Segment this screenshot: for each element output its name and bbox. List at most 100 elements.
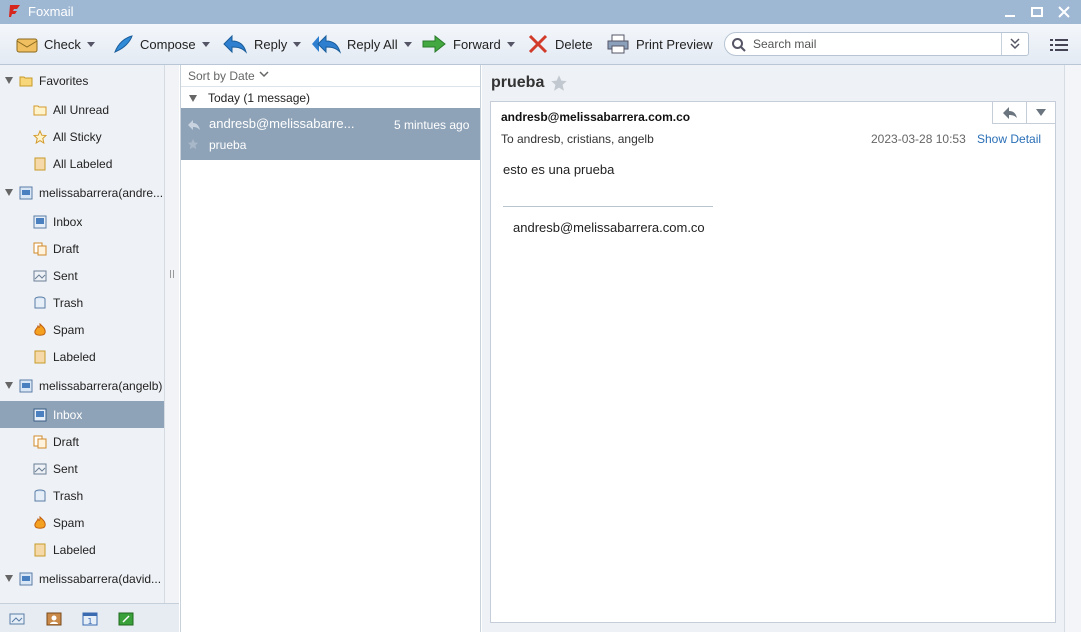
email-recipients: To andresb, cristians, angelb [501, 132, 654, 146]
sidebar-item-label: Inbox [53, 214, 83, 229]
trash-icon [34, 489, 46, 501]
folder-icon [19, 76, 33, 86]
favorites-label: Favorites [39, 73, 89, 88]
check-mail-icon [16, 38, 38, 53]
close-icon[interactable] [1056, 4, 1072, 20]
sidebar-item-all-unread[interactable]: All Unread [0, 96, 164, 123]
email-body: esto es una prueba [503, 162, 615, 177]
sidebar-item-all-labeled[interactable]: All Labeled [0, 150, 164, 177]
account-label: melissabarrera(david... [39, 571, 162, 586]
search-options-button[interactable] [1001, 33, 1028, 55]
search-input[interactable] [753, 36, 993, 52]
replied-icon [188, 120, 200, 130]
favorites-header[interactable]: Favorites [0, 67, 164, 94]
reply-icon[interactable] [1002, 106, 1018, 120]
sidebar-item-all-sticky[interactable]: All Sticky [0, 123, 164, 150]
title-bar: Foxmail [0, 0, 1081, 24]
compose-icon [114, 35, 133, 54]
reply-button[interactable]: Reply [222, 31, 302, 57]
foxmail-logo-icon [9, 5, 20, 17]
star-icon[interactable] [187, 138, 199, 150]
email-actions [992, 102, 1056, 124]
sidebar-item-draft[interactable]: Draft [0, 235, 164, 262]
label-icon [34, 350, 46, 363]
window-title: Foxmail [28, 4, 74, 19]
sidebar-item-labeled[interactable]: Labeled [0, 536, 164, 563]
email-signature: andresb@melissabarrera.com.co [513, 220, 705, 235]
star-icon [33, 129, 47, 144]
folder-icon [33, 105, 47, 115]
expand-triangle-icon[interactable] [5, 189, 13, 196]
account-header-andre[interactable]: melissabarrera(andre... [0, 179, 164, 206]
sidebar-item-label: Draft [53, 241, 80, 256]
email-card: andresb@melissabarrera.com.co To andresb… [490, 101, 1056, 623]
account-header-angelb[interactable]: melissabarrera(angelb) [0, 372, 164, 399]
account-header-david[interactable]: melissabarrera(david... [0, 565, 164, 592]
sidebar-item-inbox[interactable]: Inbox [0, 208, 164, 235]
mail-module-icon[interactable] [9, 612, 25, 626]
print-preview-label: Print Preview [636, 36, 713, 52]
sidebar-item-spam[interactable]: Spam [0, 316, 164, 343]
chevron-down-icon[interactable] [259, 69, 269, 79]
sidebar-item-spam[interactable]: Spam [0, 509, 164, 536]
sidebar-item-draft[interactable]: Draft [0, 428, 164, 455]
star-icon[interactable] [550, 74, 568, 92]
expand-triangle-icon[interactable] [5, 382, 13, 389]
message-subject: prueba [209, 138, 247, 152]
sidebar-item-label: Sent [53, 268, 78, 283]
label-icon [34, 157, 46, 170]
check-button[interactable]: Check [16, 31, 95, 57]
email-sender[interactable]: andresb@melissabarrera.com.co [501, 110, 690, 124]
compose-button[interactable]: Compose [112, 31, 210, 57]
search-box [724, 32, 1029, 56]
vertical-scrollbar[interactable] [1064, 65, 1081, 632]
spam-icon [34, 515, 46, 529]
message-row[interactable]: andresb@melissabarre... 5 mintues ago pr… [181, 108, 480, 160]
sidebar-item-label: Labeled [53, 349, 96, 364]
notes-icon[interactable] [118, 612, 134, 626]
expand-triangle-icon[interactable] [5, 575, 13, 582]
reply-all-label: Reply All [347, 36, 398, 52]
contacts-icon[interactable] [46, 612, 62, 626]
draft-icon [33, 435, 47, 448]
show-detail-link[interactable]: Show Detail [977, 132, 1041, 146]
splitter-grip-icon[interactable] [170, 270, 174, 278]
delete-icon [528, 34, 548, 54]
maximize-icon[interactable] [1029, 4, 1045, 20]
forward-button[interactable]: Forward [421, 31, 515, 57]
message-group-header[interactable]: Today (1 message) [181, 87, 480, 109]
sidebar-item-label: Labeled [53, 542, 96, 557]
main-menu-icon[interactable] [1050, 38, 1068, 52]
delete-button[interactable]: Delete [527, 31, 593, 57]
sidebar-item-trash[interactable]: Trash [0, 482, 164, 509]
sidebar-item-sent[interactable]: Sent [0, 455, 164, 482]
expand-triangle-icon[interactable] [5, 77, 13, 84]
minimize-icon[interactable] [1002, 4, 1018, 20]
printer-icon [607, 34, 629, 54]
reply-icon [223, 34, 248, 54]
forward-icon [422, 34, 446, 54]
sidebar-item-label: All Unread [53, 102, 110, 117]
sidebar-item-labeled[interactable]: Labeled [0, 343, 164, 370]
sidebar-splitter[interactable] [164, 65, 179, 603]
sidebar-item-label: Sent [53, 461, 78, 476]
svg-text:1: 1 [87, 617, 92, 626]
sidebar-item-label: Trash [53, 488, 84, 503]
reply-all-button[interactable]: Reply All [311, 31, 412, 57]
sidebar-item-label: Spam [53, 322, 85, 337]
sort-label[interactable]: Sort by Date [188, 69, 255, 83]
message-list: Sort by Date Today (1 message) andresb@m… [180, 65, 481, 632]
sidebar-item-inbox[interactable]: Inbox [0, 401, 164, 428]
message-sender: andresb@melissabarre... [209, 116, 355, 131]
collapse-triangle-icon[interactable] [189, 95, 197, 102]
chevron-down-icon[interactable] [1035, 108, 1047, 118]
sidebar-item-label: All Labeled [53, 156, 113, 171]
reply-all-icon [312, 34, 341, 54]
calendar-icon[interactable]: 1 [82, 612, 98, 626]
sort-bar[interactable]: Sort by Date [181, 65, 480, 87]
inbox-icon [33, 408, 47, 421]
sidebar-item-sent[interactable]: Sent [0, 262, 164, 289]
sidebar-item-trash[interactable]: Trash [0, 289, 164, 316]
inbox-icon [33, 215, 47, 228]
print-preview-button[interactable]: Print Preview [606, 31, 713, 57]
